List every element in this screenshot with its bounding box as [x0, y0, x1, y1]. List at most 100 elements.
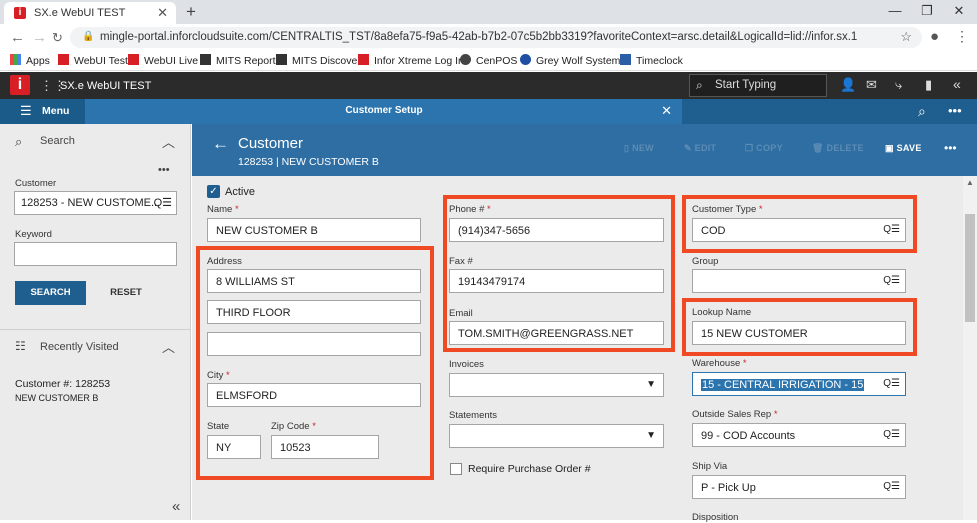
warehouse-label: Warehouse * — [692, 358, 747, 369]
lookup-icon[interactable]: Q☰ — [883, 429, 900, 440]
search-button[interactable]: SEARCH — [15, 281, 86, 305]
browser-menu-icon[interactable]: ⋮ — [955, 28, 969, 45]
outside-rep-input[interactable]: 99 - COD Accounts Q☰ — [692, 423, 906, 447]
bookmark-mits-report[interactable]: MITS Report — [200, 54, 276, 67]
highlight-contact-box — [443, 195, 675, 352]
bookmark-mits-discover[interactable]: MITS Discover — [276, 54, 361, 67]
highlight-customer-type-box — [682, 195, 917, 253]
search-icon: ⌕ — [696, 78, 703, 92]
reset-button[interactable]: RESET — [96, 281, 156, 305]
lock-icon: 🔒 — [82, 31, 95, 42]
delete-button[interactable]: 🗑 DELETE — [812, 143, 864, 154]
customer-search-input[interactable]: 128253 - NEW CUSTOME... Q☰ — [14, 191, 177, 215]
new-tab-icon[interactable]: + — [186, 2, 196, 22]
ship-via-input[interactable]: P - Pick Up Q☰ — [692, 475, 906, 499]
keyword-input[interactable] — [14, 242, 177, 266]
bookmark-grey-wolf[interactable]: Grey Wolf Systems — [520, 54, 626, 67]
bookmark-icon[interactable]: ▮ — [925, 77, 932, 93]
timeclock-icon — [620, 54, 631, 65]
edit-button[interactable]: ✎ EDIT — [684, 143, 716, 154]
dropdown-arrow-icon: ▼ — [646, 430, 656, 441]
share-icon[interactable]: ⤷ — [895, 77, 902, 93]
close-module-icon[interactable]: ✕ — [661, 103, 672, 119]
vertical-scrollbar[interactable]: ▲ — [963, 176, 977, 520]
bookmark-cenpos[interactable]: CenPOS — [460, 54, 517, 67]
scroll-up-icon[interactable]: ▲ — [966, 178, 974, 187]
infor-icon — [358, 54, 369, 65]
infor-icon — [128, 54, 139, 65]
back-icon[interactable]: ← — [10, 29, 25, 46]
menu-label: Menu — [42, 105, 70, 117]
app-title: SX.e WebUI TEST — [60, 80, 152, 92]
statements-select[interactable]: ▼ — [449, 424, 664, 448]
browser-tab-strip: i SX.e WebUI TEST ✕ + — ❐ ✕ — [0, 0, 977, 24]
close-window-icon[interactable]: ✕ — [944, 3, 974, 19]
module-title-bar: Customer Setup ✕ — [86, 99, 683, 124]
global-search-input[interactable]: ⌕ Start Typing — [689, 74, 827, 97]
restore-icon[interactable]: ❐ — [912, 3, 942, 19]
customer-label: Customer — [15, 178, 57, 189]
search-icon: ⌕ — [15, 134, 23, 149]
search-placeholder: Start Typing — [715, 79, 777, 91]
bookmark-webui-live[interactable]: WebUI Live — [128, 54, 198, 67]
copy-button[interactable]: ❐ COPY — [745, 143, 783, 154]
dropdown-arrow-icon: ▼ — [646, 379, 656, 390]
ship-via-label: Ship Via — [692, 461, 728, 472]
apps-grid-icon — [10, 54, 21, 65]
bookmark-apps[interactable]: Apps — [10, 54, 50, 67]
bookmark-timeclock[interactable]: Timeclock — [620, 54, 683, 67]
list-icon: ☷ — [15, 339, 26, 353]
back-arrow-icon[interactable]: ← — [212, 134, 229, 154]
group-input[interactable]: Q☰ — [692, 269, 906, 293]
close-tab-icon[interactable]: ✕ — [157, 5, 168, 21]
hamburger-icon: ☰ — [20, 103, 32, 118]
browser-tab-title: SX.e WebUI TEST — [34, 7, 126, 19]
lookup-icon[interactable]: Q☰ — [883, 481, 900, 492]
lookup-icon[interactable]: Q☰ — [883, 275, 900, 286]
minimize-icon[interactable]: — — [880, 3, 910, 18]
warehouse-input[interactable]: 15 - CENTRAL IRRIGATION - 15 Q☰ — [692, 372, 906, 396]
require-po-checkbox[interactable] — [450, 463, 462, 475]
collapse-icon[interactable]: « — [953, 76, 961, 92]
disposition-label: Disposition — [692, 512, 739, 523]
active-checkbox[interactable]: ✓ — [207, 185, 220, 198]
highlight-lookup-name-box — [682, 298, 917, 356]
invoices-select[interactable]: ▼ — [449, 373, 664, 397]
infor-favicon-icon: i — [14, 7, 26, 19]
chevron-up-icon[interactable]: ︿ — [162, 337, 175, 356]
bookmark-webui-test[interactable]: WebUI Test — [58, 54, 128, 67]
bookmarks-bar: Apps WebUI Test WebUI Live MITS Report M… — [0, 51, 977, 71]
grey-wolf-icon — [520, 54, 531, 65]
user-icon[interactable]: 👤 — [840, 77, 856, 93]
module-more-icon[interactable]: ••• — [948, 103, 962, 118]
customer-search-value: 128253 - NEW CUSTOME... — [21, 197, 161, 209]
search-panel: ⌕ Search ︿ ••• Customer 128253 - NEW CUS… — [0, 124, 191, 520]
mits-icon — [200, 54, 211, 65]
browser-tab[interactable]: i SX.e WebUI TEST ✕ — [4, 2, 176, 24]
module-title: Customer Setup — [345, 105, 423, 116]
recent-item[interactable]: Customer #: 128253 NEW CUSTOMER B — [15, 378, 110, 403]
menu-button[interactable]: ☰ Menu — [0, 99, 86, 124]
module-search-icon[interactable]: ⌕ — [918, 103, 926, 120]
bookmark-star-icon[interactable]: ☆ — [900, 29, 912, 45]
profile-icon[interactable]: ● — [930, 28, 939, 45]
lookup-icon[interactable]: Q☰ — [883, 378, 900, 389]
reload-icon[interactable]: ↻ — [52, 30, 63, 46]
lookup-icon[interactable]: Q☰ — [154, 196, 172, 209]
divider — [0, 329, 190, 330]
infor-logo-icon: i — [10, 75, 30, 95]
require-po-label: Require Purchase Order # — [468, 463, 591, 475]
mits-icon — [276, 54, 287, 65]
new-button[interactable]: ▯ NEW — [624, 143, 654, 154]
more-options-icon[interactable]: ••• — [158, 164, 170, 176]
save-button[interactable]: ▣ SAVE — [885, 143, 922, 154]
collapse-panel-icon[interactable]: « — [172, 498, 180, 515]
url-field[interactable]: 🔒 mingle-portal.inforcloudsuite.com/CENT… — [70, 27, 922, 48]
forward-icon[interactable]: → — [32, 29, 47, 46]
scroll-thumb[interactable] — [965, 214, 975, 322]
name-input[interactable]: NEW CUSTOMER B — [207, 218, 421, 242]
mail-icon[interactable]: ✉ — [866, 77, 877, 93]
header-more-icon[interactable]: ••• — [944, 141, 957, 155]
bookmark-infor-xtreme[interactable]: Infor Xtreme Log In — [358, 54, 464, 67]
chevron-up-icon[interactable]: ︿ — [162, 132, 175, 151]
